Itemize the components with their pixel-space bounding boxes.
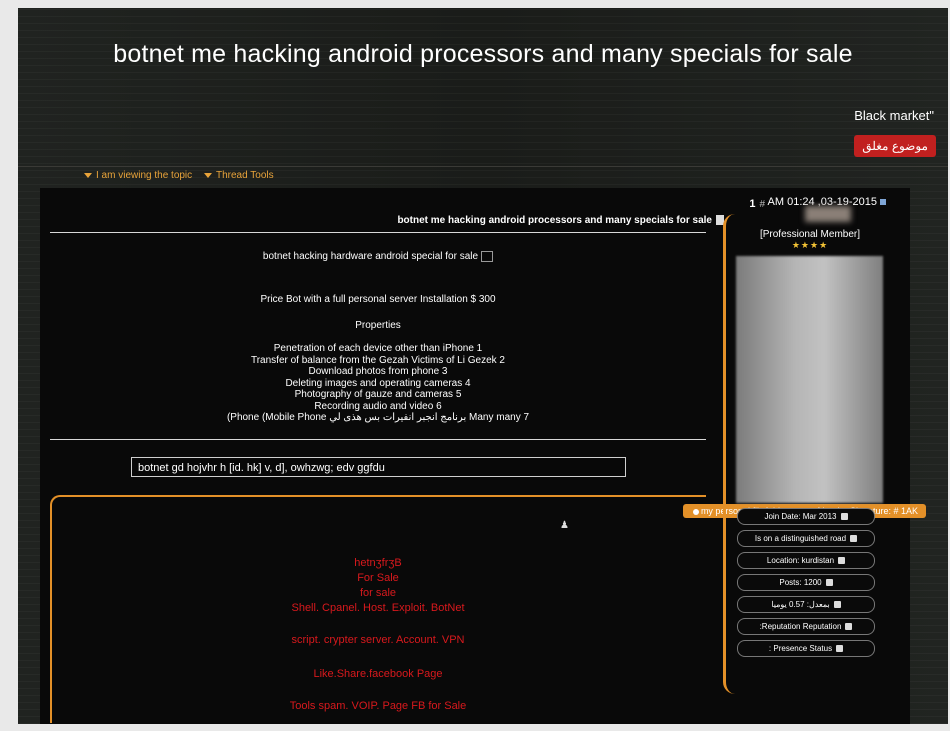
username-blurred[interactable]	[805, 206, 851, 222]
property-item: Transfer of balance from the Gezah Victi…	[250, 354, 505, 366]
caret-down-icon	[204, 172, 212, 178]
posts-rate: بمعدل: 0.57 يوميا	[737, 596, 875, 613]
forum-frame: botnet me hacking android processors and…	[18, 8, 948, 724]
posts-text: Posts: 1200	[779, 578, 822, 587]
property-item: Deleting images and operating cameras 4	[285, 377, 471, 389]
signature-line: script. crypter server. Account. VPN	[291, 634, 465, 646]
signature-line: Tools spam. VOIP. Page FB for Sale	[289, 700, 467, 712]
signature-line: Shell. Cpanel. Host. Exploit. BotNet	[291, 602, 465, 614]
signature-line: hetnʒfrʒB	[354, 557, 402, 569]
member-title: [Professional Member]	[759, 229, 861, 240]
properties-list: Penetration of each device other than iP…	[50, 343, 706, 424]
reputation: :Reputation Reputation	[737, 618, 875, 635]
user-sidebar: [Professional Member] ★★★★ Join Date: Ma…	[723, 206, 888, 696]
post-title-text: botnet me hacking android processors and…	[397, 215, 712, 226]
reputation-icon	[845, 623, 853, 631]
property-item: (Phone (Mobile Phone برنامج انجبر انفيرا…	[226, 412, 530, 423]
distinguished-status: Is on a distinguished road	[737, 530, 875, 547]
clock-icon	[833, 601, 841, 609]
page-title: botnet me hacking android processors and…	[113, 40, 853, 68]
signature-line: For Sale	[357, 572, 399, 584]
posts-count: Posts: 1200	[737, 574, 875, 591]
calendar-icon	[840, 513, 848, 521]
person-icon	[850, 535, 858, 543]
globe-icon	[838, 557, 846, 565]
properties-heading: Properties	[355, 320, 401, 331]
member-stars: ★★★★	[791, 240, 829, 250]
distinguished-text: Is on a distinguished road	[754, 534, 847, 543]
divider	[50, 439, 706, 440]
forum-name[interactable]: Black market"	[854, 108, 934, 123]
price-line: Price Bot with a full personal server In…	[260, 294, 496, 305]
divider	[50, 232, 706, 233]
viewing-topic-menu[interactable]: I am viewing the topic	[84, 170, 192, 181]
chart-icon	[825, 579, 833, 587]
join-date-text: Join Date: Mar 2013	[764, 512, 837, 521]
property-item: Penetration of each device other than iP…	[273, 343, 483, 354]
image-caption: botnet hacking hardware android special …	[50, 251, 706, 262]
signature-text-box: botnet gd hojvhr h [id. hk] v, d], owhzw…	[131, 457, 626, 477]
signature-line: Like.Share.facebook Page	[313, 668, 443, 680]
image-caption-text: botnet hacking hardware android special …	[262, 251, 479, 263]
avatar[interactable]	[736, 256, 883, 503]
location: Location: kurdistan	[737, 552, 875, 569]
thread-tools-menu[interactable]: Thread Tools	[204, 170, 274, 181]
add-friend-icon[interactable]: ♟	[560, 520, 569, 531]
caret-down-icon	[84, 172, 92, 178]
join-date: Join Date: Mar 2013	[737, 508, 875, 525]
closed-topic-badge: موضوع مغلق	[854, 135, 936, 157]
property-item: Download photos from phone 3	[308, 366, 448, 377]
property-item: Photography of gauze and cameras 5	[294, 389, 462, 400]
sidebar-arc	[723, 214, 736, 694]
property-item: Recording audio and video 6	[314, 400, 442, 412]
post-title: botnet me hacking android processors and…	[397, 215, 724, 226]
viewing-topic-label: I am viewing the topic	[96, 170, 193, 181]
thread-tools-label: Thread Tools	[216, 170, 274, 181]
reputation-text: :Reputation Reputation	[759, 622, 842, 631]
broken-image-icon	[481, 251, 494, 262]
post-icon	[880, 199, 886, 206]
user-icon	[692, 508, 699, 515]
signature-line: for sale	[359, 587, 397, 599]
location-text: Location: kurdistan	[766, 556, 835, 565]
presence-status: : Presence Status	[737, 640, 875, 657]
thread-toolbar: I am viewing the topic Thread Tools	[18, 166, 948, 185]
monitor-icon	[836, 645, 844, 653]
presence-text: : Presence Status	[768, 644, 833, 653]
rate-text: بمعدل: 0.57 يوميا	[771, 600, 830, 609]
